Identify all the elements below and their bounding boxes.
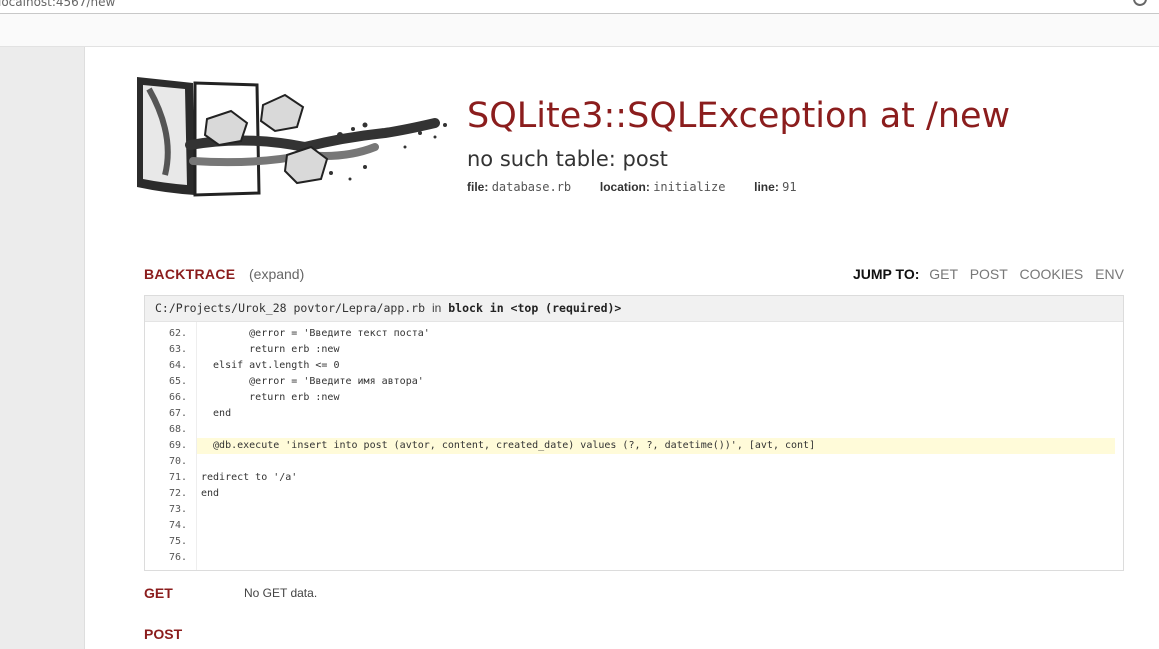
post-section-heading: POST [144,626,183,642]
code-line: 62. @error = 'Введите текст поста' [145,326,1123,342]
line-value: 91 [782,180,797,194]
line-number: 67. [168,408,187,419]
line-number: 66. [168,392,187,403]
line-source: redirect to '/a' [201,472,298,483]
get-section-heading: GET [144,585,173,601]
browser-toolbar [0,14,1159,47]
line-source: @error = 'Введите имя автора' [201,376,424,387]
code-line: 76. [145,550,1123,566]
left-margin [0,47,85,649]
line-source: @db.execute 'insert into post (avtor, co… [201,440,816,451]
line-source: @error = 'Введите текст поста' [201,328,430,339]
line-number: 64. [168,360,187,371]
line-label: line: [754,180,779,194]
jump-cookies-link[interactable]: COOKIES [1019,266,1083,282]
code-line: 72. end [145,486,1123,502]
jump-get-link[interactable]: GET [929,266,958,282]
line-source: end [201,488,220,499]
browser-url[interactable]: localhost:4567/new [0,0,115,9]
line-number: 76. [168,552,187,563]
jump-to-nav: JUMP TO: GET POST COOKIES ENV [853,266,1124,282]
code-line: 65. @error = 'Введите имя автора' [145,374,1123,390]
frame-header[interactable]: C:/Projects/Urok_28 povtor/Lepra/app.rb … [145,296,1123,322]
browser-address-bar: localhost:4567/new ··· [0,0,1159,14]
location-value: initialize [653,180,726,194]
code-line: 69. @db.execute 'insert into post (avtor… [145,438,1123,454]
line-number: 73. [168,504,187,515]
code-line: 75. [145,534,1123,550]
more-menu-icon[interactable]: ··· [1104,0,1120,7]
code-line: 70. [145,454,1123,470]
line-source: elsif avt.length <= 0 [201,360,340,371]
sinatra-logo [137,77,447,197]
line-number: 72. [168,488,187,499]
jump-env-link[interactable]: ENV [1095,266,1124,282]
error-title: SQLite3::SQLException at /new [467,96,1011,136]
get-section-value: No GET data. [244,586,318,600]
code-listing: 62. @error = 'Введите текст поста' 63. re… [145,326,1123,566]
code-line: 74. [145,518,1123,534]
account-icon[interactable] [1133,0,1147,6]
code-line: 67. end [145,406,1123,422]
code-line: 71. redirect to '/a' [145,470,1123,486]
line-source: end [201,408,232,419]
frame-block: block in <top (required)> [448,301,622,315]
backtrace-heading: BACKTRACE [144,266,236,282]
jump-to-label: JUMP TO: [853,266,920,282]
frame-in-text: in [431,301,442,315]
line-number: 70. [168,456,187,467]
file-label: file: [467,180,489,194]
code-line: 63. return erb :new [145,342,1123,358]
code-line: 64. elsif avt.length <= 0 [145,358,1123,374]
line-number: 75. [168,536,187,547]
line-number: 69. [168,440,187,451]
error-message: no such table: post [467,147,668,171]
file-value: database.rb [491,180,572,194]
location-label: location: [599,180,650,194]
line-number: 65. [168,376,187,387]
line-source: return erb :new [201,344,340,355]
code-line: 66. return erb :new [145,390,1123,406]
code-line: 73. [145,502,1123,518]
line-number: 63. [168,344,187,355]
line-number: 74. [168,520,187,531]
line-number: 71. [168,472,187,483]
backtrace-frame[interactable]: C:/Projects/Urok_28 povtor/Lepra/app.rb … [144,295,1124,571]
line-source: return erb :new [201,392,340,403]
code-line: 68. [145,422,1123,438]
error-meta: file: database.rb location: initialize l… [467,180,797,194]
jump-post-link[interactable]: POST [970,266,1008,282]
backtrace-expand-link[interactable]: (expand) [249,266,304,282]
frame-path: C:/Projects/Urok_28 povtor/Lepra/app.rb [155,301,426,315]
line-number: 62. [168,328,187,339]
line-number: 68. [168,424,187,435]
